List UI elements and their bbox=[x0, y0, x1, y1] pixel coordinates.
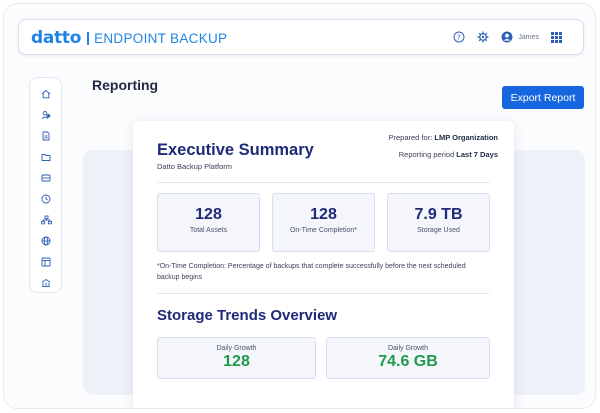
stat-card-storage-used: 7.9 TB Storage Used bbox=[387, 193, 490, 252]
document-icon[interactable] bbox=[40, 130, 52, 142]
reporting-period: Reporting period Last 7 Days bbox=[399, 150, 498, 159]
logo-brand: datto bbox=[31, 28, 82, 48]
trend-value: 128 bbox=[223, 353, 250, 370]
folder-icon[interactable] bbox=[40, 151, 52, 163]
user-menu[interactable]: James bbox=[500, 30, 539, 44]
section-divider bbox=[157, 293, 490, 294]
storage-trends-title: Storage Trends Overview bbox=[157, 307, 338, 324]
trend-value: 74.6 GB bbox=[378, 353, 438, 370]
prepared-label: Prepared for: bbox=[388, 133, 433, 142]
home-icon[interactable] bbox=[40, 88, 52, 100]
top-bar: datto ENDPOINT BACKUP ? James bbox=[18, 19, 584, 55]
app-window: datto ENDPOINT BACKUP ? James Reporting … bbox=[3, 3, 596, 409]
sidebar-nav bbox=[29, 77, 62, 293]
datto-logo[interactable]: datto ENDPOINT BACKUP bbox=[31, 28, 227, 48]
stat-value: 128 bbox=[195, 206, 222, 223]
export-report-button[interactable]: Export Report bbox=[502, 86, 584, 109]
logo-separator bbox=[87, 31, 90, 45]
trend-label: Daily Growth bbox=[387, 345, 429, 352]
prepared-value: LMP Organization bbox=[434, 133, 498, 142]
clock-icon[interactable] bbox=[40, 193, 52, 205]
network-icon[interactable] bbox=[40, 214, 52, 226]
stat-label: Storage Used bbox=[417, 227, 460, 234]
trend-label: Daily Growth bbox=[216, 345, 257, 352]
stat-value: 7.9 TB bbox=[414, 206, 463, 223]
report-title: Executive Summary bbox=[157, 141, 314, 159]
report-subtitle: Datto Backup Platform bbox=[157, 162, 233, 171]
svg-text:?: ? bbox=[458, 34, 462, 42]
building-icon[interactable] bbox=[40, 277, 52, 289]
stat-label: On-Time Completion* bbox=[289, 227, 358, 234]
summary-divider bbox=[157, 182, 490, 183]
dashboard-icon[interactable] bbox=[40, 256, 52, 268]
help-icon[interactable]: ? bbox=[452, 30, 466, 44]
user-avatar-icon bbox=[500, 30, 514, 44]
stat-value: 128 bbox=[310, 206, 337, 223]
app-grid-icon[interactable] bbox=[549, 30, 563, 44]
trend-card-daily-growth: Daily Growth 128 bbox=[157, 337, 316, 379]
trend-card-daily-growth-storage: Daily Growth 74.6 GB bbox=[326, 337, 490, 379]
period-value: Last 7 Days bbox=[456, 150, 498, 159]
user-name: James bbox=[518, 33, 539, 41]
period-label: Reporting period bbox=[398, 150, 455, 159]
prepared-for: Prepared for: LMP Organization bbox=[389, 133, 499, 142]
executive-summary-report: Executive Summary Datto Backup Platform … bbox=[133, 121, 514, 408]
globe-icon[interactable] bbox=[40, 235, 52, 247]
logo-product: ENDPOINT BACKUP bbox=[94, 30, 228, 46]
stat-card-total-assets: 128 Total Assets bbox=[157, 193, 260, 252]
on-time-completion-footnote: *On-Time Completion: Percentage of backu… bbox=[157, 263, 466, 281]
users-icon[interactable] bbox=[40, 109, 52, 121]
server-icon[interactable] bbox=[40, 172, 52, 184]
top-bar-actions: ? James bbox=[452, 30, 563, 44]
stat-card-on-time-completion: 128 On-Time Completion* bbox=[272, 193, 375, 252]
page-title: Reporting bbox=[92, 77, 159, 93]
stat-label: Total Assets bbox=[189, 227, 228, 234]
gear-icon[interactable] bbox=[476, 30, 490, 44]
